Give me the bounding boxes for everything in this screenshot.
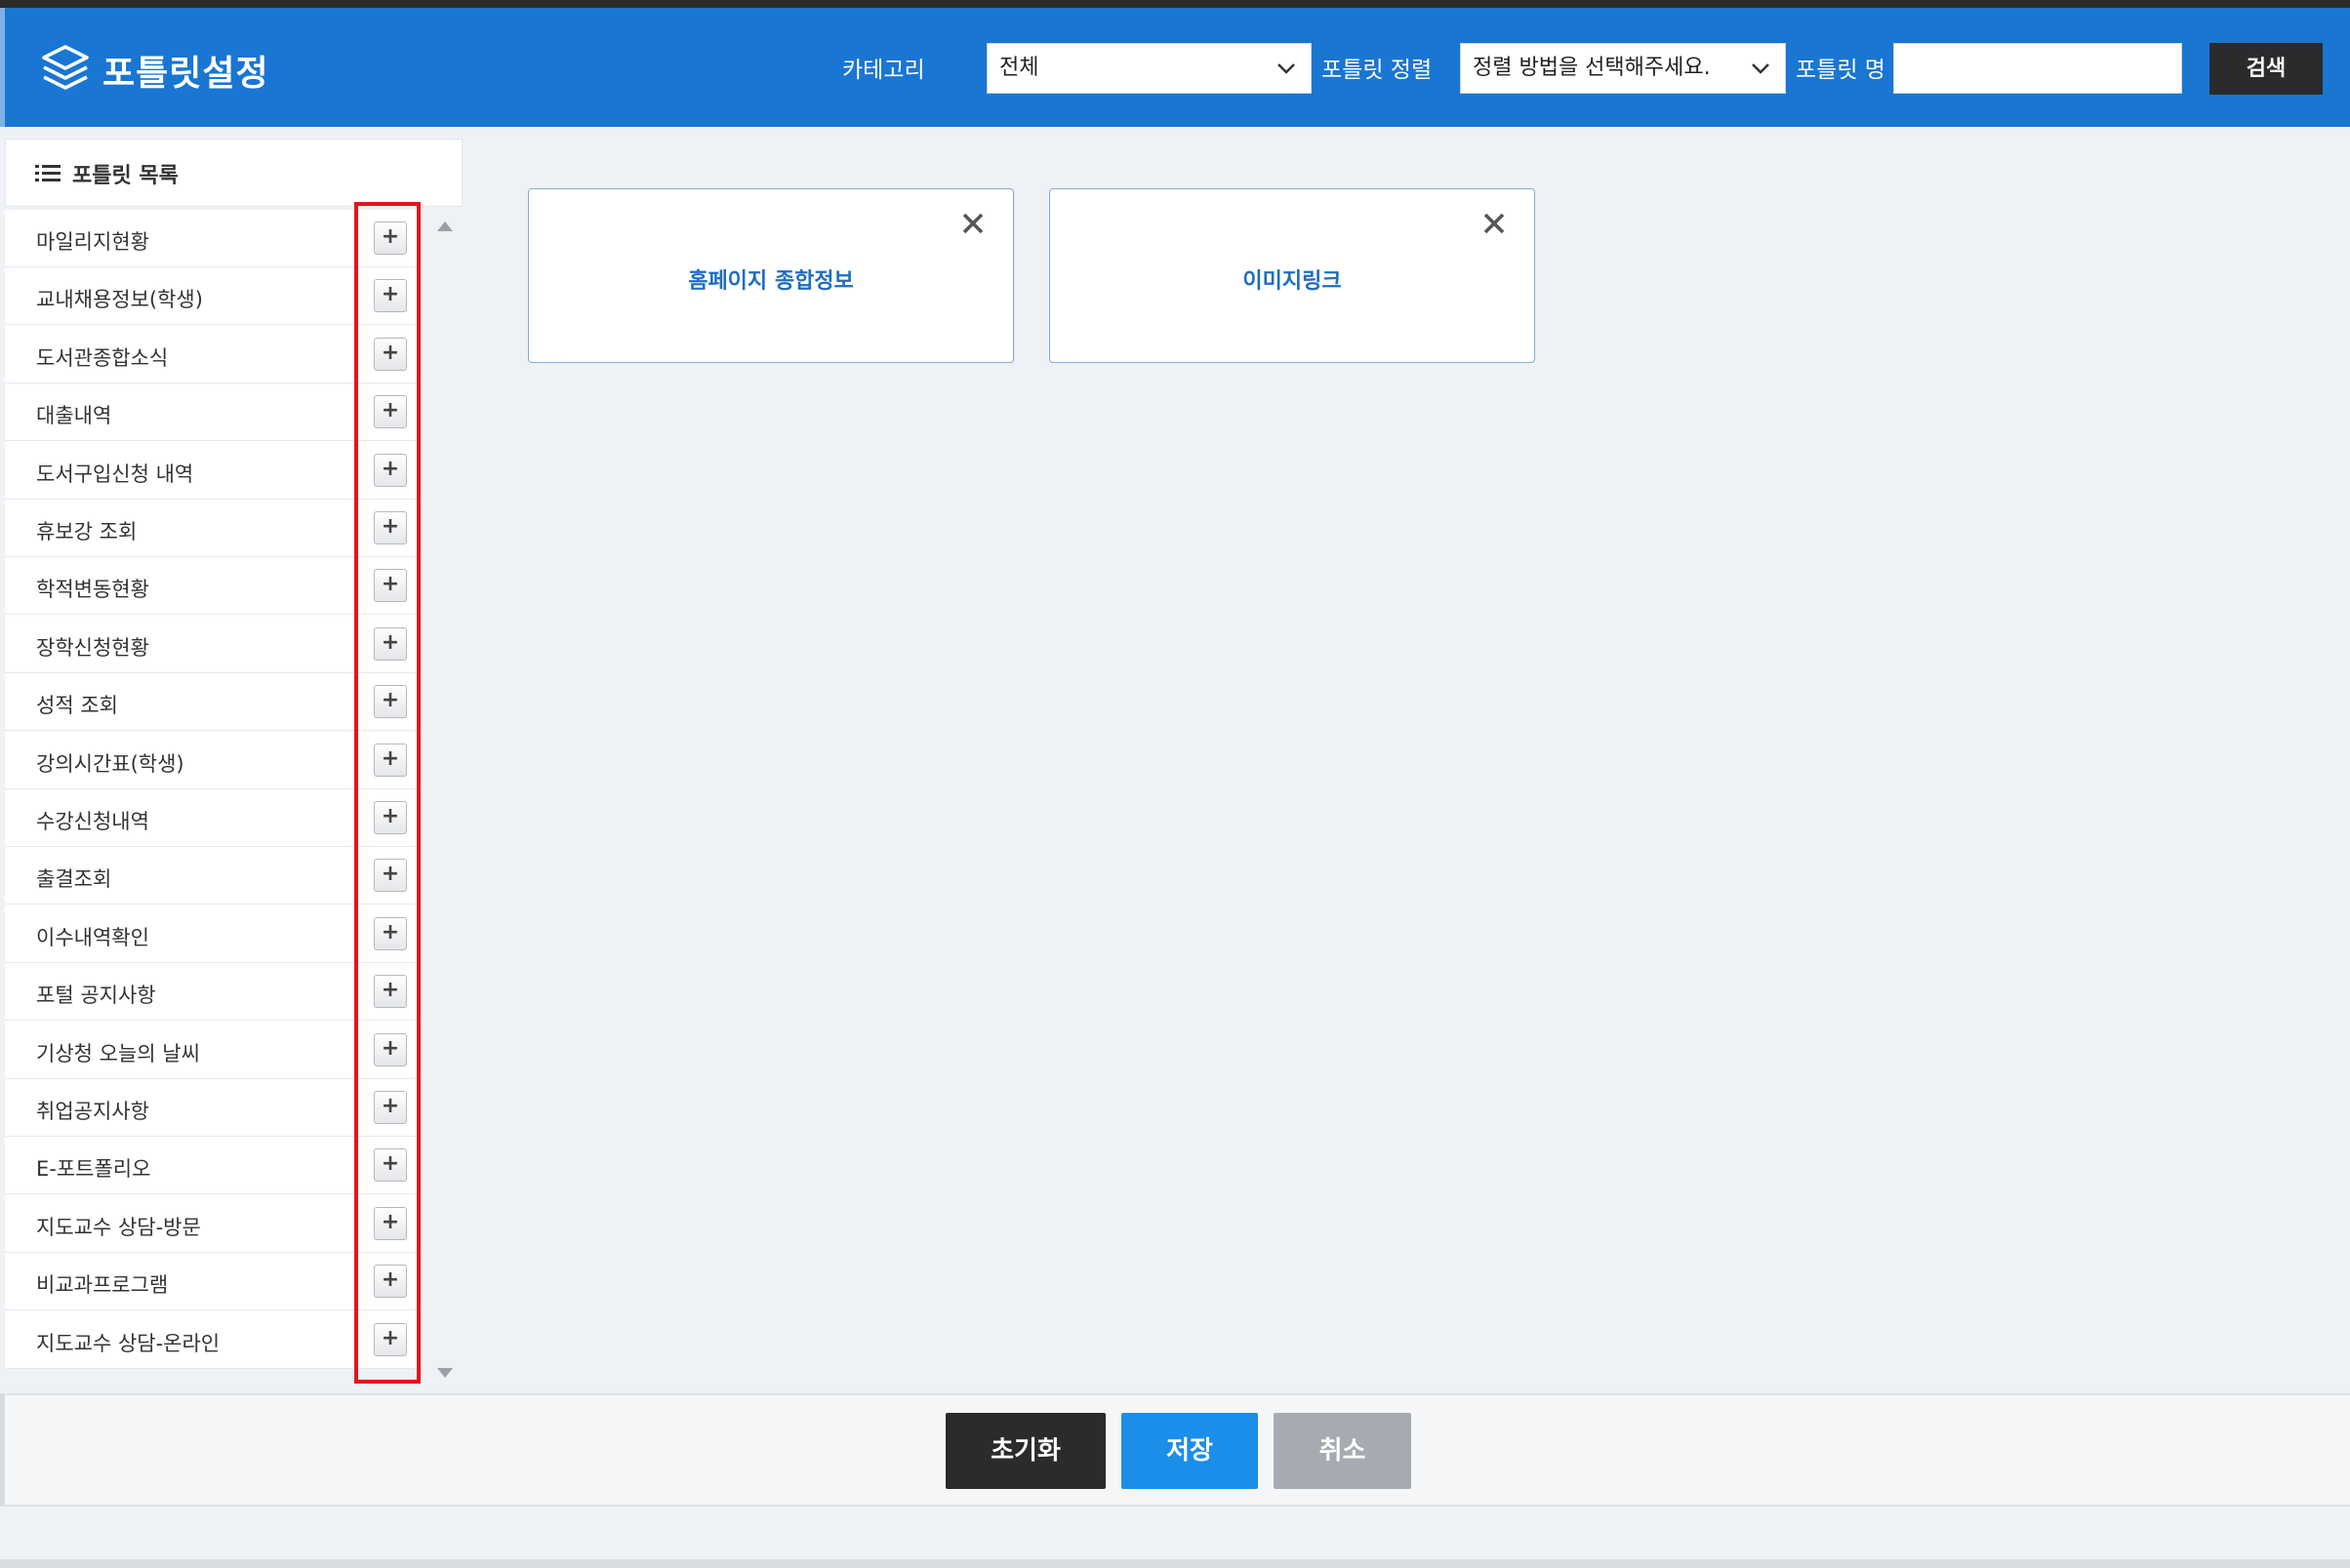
category-label: 카테고리 <box>842 58 925 83</box>
window-top-border <box>0 0 2350 8</box>
list-item-label: 장학신청현황 <box>36 635 149 660</box>
sort-select[interactable]: 정렬 방법을 선택해주세요. <box>1460 43 1786 94</box>
sort-label: 포틀릿 정렬 <box>1321 58 1433 83</box>
list-item-label: 이수내역확인 <box>36 925 149 949</box>
close-icon[interactable] <box>1481 211 1507 236</box>
reset-button[interactable]: 초기화 <box>946 1413 1106 1489</box>
chevron-down-icon <box>1752 63 1769 74</box>
list-item-label: 지도교수 상담-온라인 <box>36 1331 221 1355</box>
scroll-up-arrow-icon[interactable] <box>437 221 453 231</box>
list-item-label: 학적변동현황 <box>36 578 149 602</box>
list-item-label: 지도교수 상담-방문 <box>36 1215 201 1239</box>
page-title: 포틀릿설정 <box>102 54 269 94</box>
list-item-label: 취업공지사항 <box>36 1100 149 1123</box>
search-button[interactable]: 검색 <box>2209 43 2323 95</box>
portlet-card[interactable]: 이미지링크 <box>1049 188 1535 363</box>
footer-bar: 초기화 저장 취소 <box>0 1393 2350 1507</box>
list-item-label: 포털 공지사항 <box>36 984 156 1008</box>
list-item-label: 휴보강 조회 <box>36 520 138 543</box>
chevron-down-icon <box>1277 63 1295 74</box>
scroll-down-arrow-icon[interactable] <box>437 1368 453 1378</box>
save-button[interactable]: 저장 <box>1121 1413 1258 1489</box>
portlet-card-title: 홈페이지 종합정보 <box>688 269 854 294</box>
category-select-value: 전체 <box>999 56 1039 80</box>
cancel-button[interactable]: 취소 <box>1274 1413 1411 1489</box>
sort-select-value: 정렬 방법을 선택해주세요. <box>1473 56 1711 80</box>
add-buttons-highlight <box>354 202 421 1384</box>
layers-icon <box>42 45 89 90</box>
portlet-card-title: 이미지링크 <box>1242 269 1342 294</box>
header-bar: 포틀릿설정 카테고리 전체 포틀릿 정렬 정렬 방법을 선택해주세요. 포틀릿 … <box>0 8 2350 127</box>
list-item-label: 도서구입신청 내역 <box>36 462 194 486</box>
portlet-name-label: 포틀릿 명 <box>1796 58 1885 83</box>
list-item-label: 출결조회 <box>36 867 112 892</box>
close-icon[interactable] <box>960 211 986 236</box>
list-item-label: 대출내역 <box>36 404 112 428</box>
list-item-label: 강의시간표(학생) <box>36 751 184 776</box>
list-item-label: 기상청 오늘의 날씨 <box>36 1041 200 1065</box>
portlet-list-header: 포틀릿 목록 <box>5 139 463 207</box>
list-item-label: E-포트폴리오 <box>36 1157 151 1182</box>
list-item-label: 마일리지현황 <box>36 230 149 254</box>
list-item-label: 수강신청내역 <box>36 810 149 833</box>
category-select[interactable]: 전체 <box>987 43 1312 94</box>
bottom-strip <box>0 1559 2350 1568</box>
list-icon <box>35 165 61 181</box>
list-item-label: 도서관종합소식 <box>36 345 169 370</box>
list-item-label: 교내채용정보(학생) <box>36 288 203 312</box>
portlet-card[interactable]: 홈페이지 종합정보 <box>528 188 1014 363</box>
list-item-label: 비교과프로그램 <box>36 1273 169 1298</box>
list-item-label: 성적 조회 <box>36 694 118 718</box>
portlet-list-title: 포틀릿 목록 <box>72 164 179 188</box>
portlet-name-input[interactable] <box>1893 43 2182 94</box>
